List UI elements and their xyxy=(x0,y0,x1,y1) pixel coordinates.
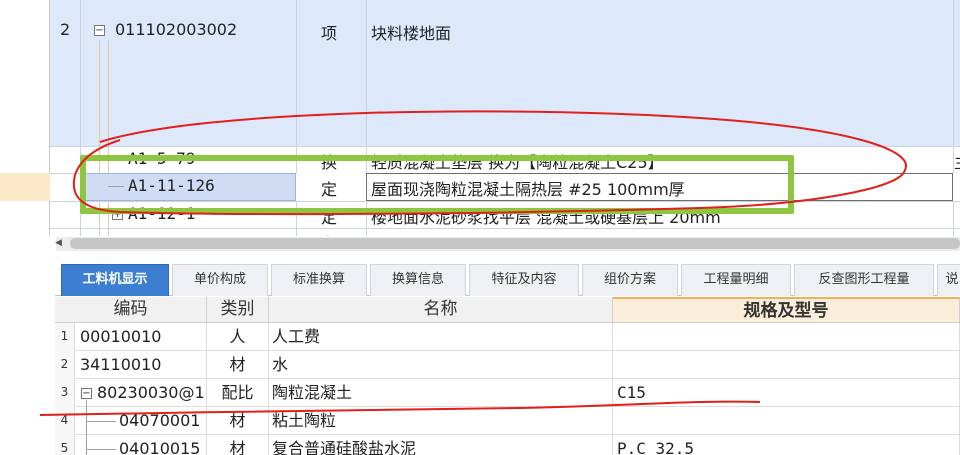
tree-branch xyxy=(86,421,116,422)
tree-guide xyxy=(86,400,87,455)
resource-spec[interactable] xyxy=(613,407,960,435)
row-divider xyxy=(50,146,960,147)
tab-pricing-plan[interactable]: 组价方案 xyxy=(582,264,678,296)
tree-guide xyxy=(108,40,109,236)
table-row[interactable]: 5 04010015 材 复合普通硅酸盐水泥 P.C 32.5 xyxy=(55,435,960,455)
detail-tab-bar: 工料机显示 单价构成 标准换算 换算信息 特征及内容 组价方案 工程量明细 反查… xyxy=(55,261,960,296)
item-name[interactable]: 块料楼地面 xyxy=(371,20,451,44)
row-number: 2 xyxy=(60,20,71,39)
tab-standard-conversion[interactable]: 标准换算 xyxy=(271,264,367,296)
resource-spec[interactable]: C15 xyxy=(613,379,960,407)
resource-spec[interactable] xyxy=(613,323,960,351)
tab-features[interactable]: 特征及内容 xyxy=(469,264,579,296)
table-row[interactable]: 1 00010010 人 人工费 xyxy=(55,323,960,351)
header-category[interactable]: 类别 xyxy=(207,297,269,323)
resource-category[interactable]: 材 xyxy=(207,351,269,379)
quota-type[interactable]: 换 xyxy=(321,149,337,173)
tab-more[interactable]: 说 xyxy=(937,264,960,296)
quota-name[interactable]: 轻质混凝土垫层 换为【陶粒混凝土C25】 xyxy=(371,149,664,173)
resource-category[interactable]: 配比 xyxy=(207,379,269,407)
resource-category[interactable]: 材 xyxy=(207,407,269,435)
tab-labor-material[interactable]: 工料机显示 xyxy=(61,264,169,296)
row-number: 3 xyxy=(55,379,75,407)
row-number: 2 xyxy=(55,351,75,379)
expand-icon[interactable]: + xyxy=(112,209,123,220)
tree-branch xyxy=(86,449,116,450)
quota-type[interactable]: 定 xyxy=(321,204,337,228)
resource-name[interactable]: 人工费 xyxy=(269,323,613,351)
resource-category[interactable]: 材 xyxy=(207,435,269,455)
row-divider xyxy=(50,201,960,202)
header-spec[interactable]: 规格及型号 xyxy=(613,297,960,323)
tree-branch xyxy=(108,186,124,187)
row-number: 4 xyxy=(55,407,75,435)
quota-grid: 2 − 011102003002 项 块料楼地面 A1-5-79 换 轻质混凝土… xyxy=(0,0,960,236)
quota-type[interactable]: 定 xyxy=(321,176,337,200)
collapse-icon[interactable]: − xyxy=(94,25,105,36)
scrollbar-thumb[interactable] xyxy=(70,238,960,249)
quota-name[interactable]: 屋面现浇陶粒混凝土隔热层 #25 100mm厚 xyxy=(371,176,685,200)
item-type[interactable]: 项 xyxy=(321,20,337,44)
resource-name[interactable]: 复合普通硅酸盐水泥 xyxy=(269,435,613,455)
table-row[interactable]: 3 80230030@1 配比 陶粒混凝土 C15 xyxy=(55,379,960,407)
row-number: 1 xyxy=(55,323,75,351)
tree-guide xyxy=(99,40,100,236)
resource-code[interactable]: 34110010 xyxy=(75,351,207,379)
resource-code[interactable]: 00010010 xyxy=(75,323,207,351)
tree-branch xyxy=(108,159,124,160)
resource-spec[interactable]: P.C 32.5 xyxy=(613,435,960,455)
resource-code[interactable]: 80230030@1 xyxy=(75,379,207,407)
quota-type[interactable]: 主 xyxy=(321,230,337,236)
selected-row-number xyxy=(0,173,50,201)
quota-code[interactable]: A1-5-79 xyxy=(128,149,195,168)
quota-name[interactable]: 楼地面水泥砂浆找平层 混凝土或硬基层上 20mm xyxy=(371,204,721,228)
quota-code[interactable]: A1-12-1 xyxy=(128,204,195,223)
resource-name[interactable]: 陶粒混凝土 xyxy=(269,379,613,407)
resource-spec[interactable] xyxy=(613,351,960,379)
quota-code[interactable]: A1-11-126 xyxy=(128,176,215,195)
row-number: 5 xyxy=(55,435,75,455)
resource-code[interactable]: 04010015 xyxy=(75,435,207,455)
header-code[interactable]: 编码 xyxy=(55,297,207,323)
resource-name[interactable]: 水 xyxy=(269,351,613,379)
header-name[interactable]: 名称 xyxy=(269,297,613,323)
table-row[interactable]: 4 04070001 材 粘土陶粒 xyxy=(55,407,960,435)
item-code[interactable]: 011102003002 xyxy=(115,20,237,39)
resource-name[interactable]: 粘土陶粒 xyxy=(269,407,613,435)
tab-unit-price[interactable]: 单价构成 xyxy=(172,264,268,296)
table-row[interactable]: 2 34110010 材 水 xyxy=(55,351,960,379)
collapse-icon[interactable]: − xyxy=(81,388,92,399)
resource-grid: 编码 类别 名称 规格及型号 1 00010010 人 人工费 2 341100… xyxy=(55,297,960,455)
tab-reverse-lookup[interactable]: 反查图形工程量 xyxy=(794,264,934,296)
right-edge-glyph: 主 xyxy=(954,149,960,173)
tab-conversion-info[interactable]: 换算信息 xyxy=(370,264,466,296)
scroll-left-arrow-icon[interactable]: ◀ xyxy=(55,238,62,248)
resource-category[interactable]: 人 xyxy=(207,323,269,351)
row-divider xyxy=(50,228,960,229)
tab-quantity-detail[interactable]: 工程量明细 xyxy=(681,264,791,296)
